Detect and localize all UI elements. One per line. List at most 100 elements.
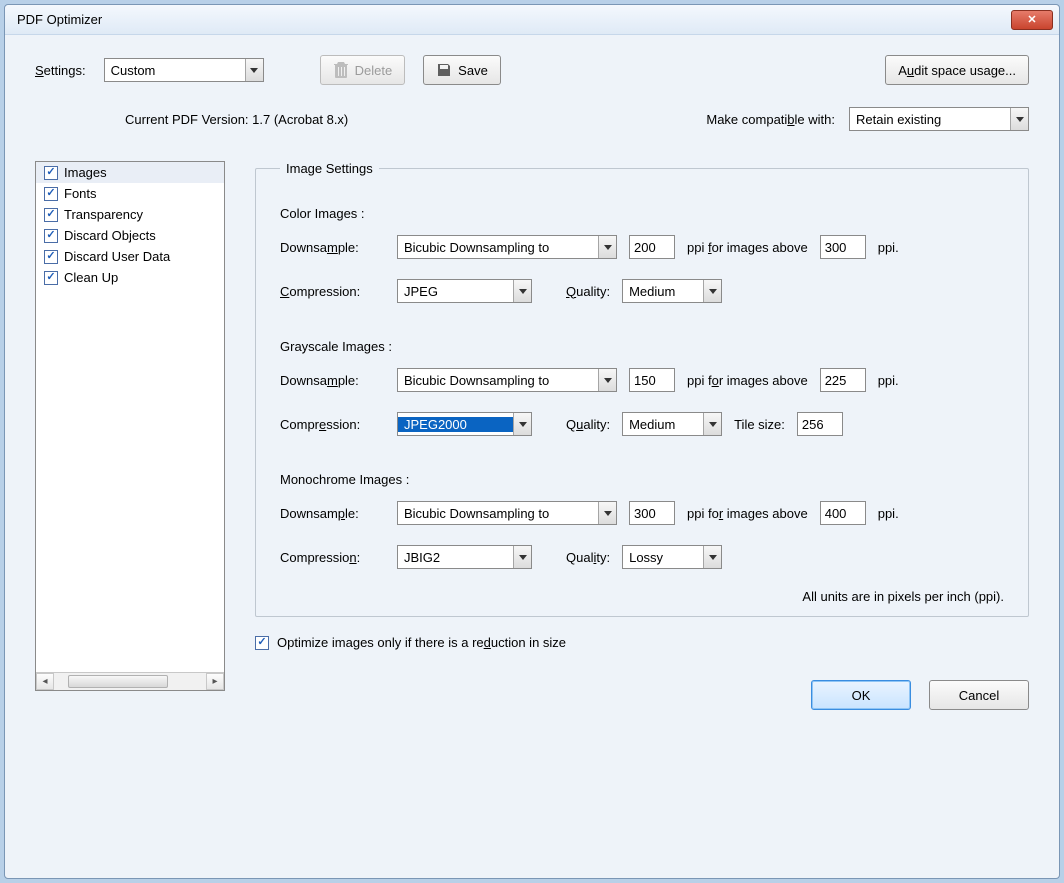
chevron-down-icon bbox=[598, 236, 616, 258]
sidebar-item-fonts[interactable]: Fonts bbox=[36, 183, 224, 204]
scroll-thumb[interactable] bbox=[68, 675, 168, 688]
combo-value: Medium bbox=[623, 284, 703, 299]
chevron-down-icon bbox=[598, 369, 616, 391]
chevron-down-icon bbox=[513, 546, 531, 568]
optimize-only-checkbox[interactable] bbox=[255, 636, 269, 650]
gray-section-title: Grayscale Images : bbox=[280, 339, 1004, 354]
gray-quality-combo[interactable]: Medium bbox=[622, 412, 722, 436]
combo-value: Bicubic Downsampling to bbox=[398, 373, 598, 388]
gray-ppi-threshold-input[interactable] bbox=[820, 368, 866, 392]
tile-size-input[interactable] bbox=[797, 412, 843, 436]
sidebar-item-label: Images bbox=[64, 165, 107, 180]
pdf-optimizer-window: PDF Optimizer ✕ Settings: Custom Delete bbox=[4, 4, 1060, 879]
mono-downsample-combo[interactable]: Bicubic Downsampling to bbox=[397, 501, 617, 525]
checkbox-icon[interactable] bbox=[44, 229, 58, 243]
combo-value: Medium bbox=[623, 417, 703, 432]
current-version-label: Current PDF Version: 1.7 (Acrobat 8.x) bbox=[125, 112, 348, 127]
optimize-only-label: Optimize images only if there is a reduc… bbox=[277, 635, 566, 650]
scroll-left-icon[interactable] bbox=[36, 673, 54, 690]
compat-combo[interactable]: Retain existing bbox=[849, 107, 1029, 131]
titlebar: PDF Optimizer ✕ bbox=[5, 5, 1059, 35]
chevron-down-icon bbox=[513, 280, 531, 302]
settings-combo[interactable]: Custom bbox=[104, 58, 264, 82]
gray-compression-row: Compression: JPEG2000 Quality: Medium Ti… bbox=[280, 412, 1004, 436]
delete-label: Delete bbox=[355, 63, 393, 78]
ppi-suffix: ppi. bbox=[878, 506, 899, 521]
close-button[interactable]: ✕ bbox=[1011, 10, 1053, 30]
checkbox-icon[interactable] bbox=[44, 166, 58, 180]
save-button[interactable]: Save bbox=[423, 55, 501, 85]
combo-value: Bicubic Downsampling to bbox=[398, 240, 598, 255]
gray-ppi-input[interactable] bbox=[629, 368, 675, 392]
color-ppi-input[interactable] bbox=[629, 235, 675, 259]
sidebar-item-label: Clean Up bbox=[64, 270, 118, 285]
horizontal-scrollbar[interactable] bbox=[36, 672, 224, 690]
checkbox-icon[interactable] bbox=[44, 187, 58, 201]
compression-label: Compression: bbox=[280, 417, 385, 432]
mono-quality-combo[interactable]: Lossy bbox=[622, 545, 722, 569]
gray-downsample-row: Downsample: Bicubic Downsampling to ppi … bbox=[280, 368, 1004, 392]
save-label: Save bbox=[458, 63, 488, 78]
mono-ppi-input[interactable] bbox=[629, 501, 675, 525]
mono-compression-combo[interactable]: JBIG2 bbox=[397, 545, 532, 569]
downsample-label: Downsample: bbox=[280, 506, 385, 521]
settings-label: Settings: bbox=[35, 63, 86, 78]
chevron-down-icon bbox=[703, 546, 721, 568]
close-icon: ✕ bbox=[1027, 13, 1036, 26]
window-title: PDF Optimizer bbox=[17, 12, 1011, 27]
audit-space-button[interactable]: Audit space usage... bbox=[885, 55, 1029, 85]
color-quality-combo[interactable]: Medium bbox=[622, 279, 722, 303]
compat-label: Make compatible with: bbox=[706, 112, 835, 127]
chevron-down-icon bbox=[703, 280, 721, 302]
chevron-down-icon bbox=[703, 413, 721, 435]
category-listbox[interactable]: Images Fonts Transparency Discard Object… bbox=[35, 161, 225, 691]
sidebar-item-images[interactable]: Images bbox=[36, 162, 224, 183]
combo-value: Lossy bbox=[623, 550, 703, 565]
sidebar-item-label: Discard Objects bbox=[64, 228, 156, 243]
top-toolbar: Settings: Custom Delete Save Audit spa bbox=[35, 55, 1029, 85]
chevron-down-icon bbox=[1010, 108, 1028, 130]
optimize-only-row: Optimize images only if there is a reduc… bbox=[255, 635, 1029, 650]
sidebar-item-clean-up[interactable]: Clean Up bbox=[36, 267, 224, 288]
ok-button[interactable]: OK bbox=[811, 680, 911, 710]
audit-label: Audit space usage... bbox=[898, 63, 1016, 78]
fieldset-legend: Image Settings bbox=[280, 161, 379, 176]
checkbox-icon[interactable] bbox=[44, 208, 58, 222]
image-settings-fieldset: Image Settings Color Images : Downsample… bbox=[255, 161, 1029, 617]
chevron-down-icon bbox=[513, 413, 531, 435]
sidebar-item-label: Fonts bbox=[64, 186, 97, 201]
color-section-title: Color Images : bbox=[280, 206, 1004, 221]
checkbox-icon[interactable] bbox=[44, 271, 58, 285]
cancel-button[interactable]: Cancel bbox=[929, 680, 1029, 710]
combo-value: JPEG2000 bbox=[398, 417, 513, 432]
downsample-label: Downsample: bbox=[280, 373, 385, 388]
quality-label: Quality: bbox=[566, 417, 610, 432]
sidebar-item-discard-user-data[interactable]: Discard User Data bbox=[36, 246, 224, 267]
sidebar-item-discard-objects[interactable]: Discard Objects bbox=[36, 225, 224, 246]
combo-value: JBIG2 bbox=[398, 550, 513, 565]
checkbox-icon[interactable] bbox=[44, 250, 58, 264]
ok-label: OK bbox=[852, 688, 871, 703]
downsample-label: Downsample: bbox=[280, 240, 385, 255]
settings-panel: Image Settings Color Images : Downsample… bbox=[255, 161, 1029, 858]
quality-label: Quality: bbox=[566, 284, 610, 299]
chevron-down-icon bbox=[245, 59, 263, 81]
color-compression-combo[interactable]: JPEG bbox=[397, 279, 532, 303]
combo-value: JPEG bbox=[398, 284, 513, 299]
color-downsample-row: Downsample: Bicubic Downsampling to ppi … bbox=[280, 235, 1004, 259]
color-compression-row: Compression: JPEG Quality: Medium bbox=[280, 279, 1004, 303]
scroll-track[interactable] bbox=[54, 673, 206, 690]
color-ppi-threshold-input[interactable] bbox=[820, 235, 866, 259]
mono-ppi-threshold-input[interactable] bbox=[820, 501, 866, 525]
compression-label: Compression: bbox=[280, 284, 385, 299]
for-above-label: ppi for images above bbox=[687, 240, 808, 255]
mono-downsample-row: Downsample: Bicubic Downsampling to ppi … bbox=[280, 501, 1004, 525]
gray-compression-combo[interactable]: JPEG2000 bbox=[397, 412, 532, 436]
gray-downsample-combo[interactable]: Bicubic Downsampling to bbox=[397, 368, 617, 392]
combo-value: Bicubic Downsampling to bbox=[398, 506, 598, 521]
sidebar-item-transparency[interactable]: Transparency bbox=[36, 204, 224, 225]
tile-size-label: Tile size: bbox=[734, 417, 785, 432]
color-downsample-combo[interactable]: Bicubic Downsampling to bbox=[397, 235, 617, 259]
save-icon bbox=[436, 61, 452, 79]
scroll-right-icon[interactable] bbox=[206, 673, 224, 690]
